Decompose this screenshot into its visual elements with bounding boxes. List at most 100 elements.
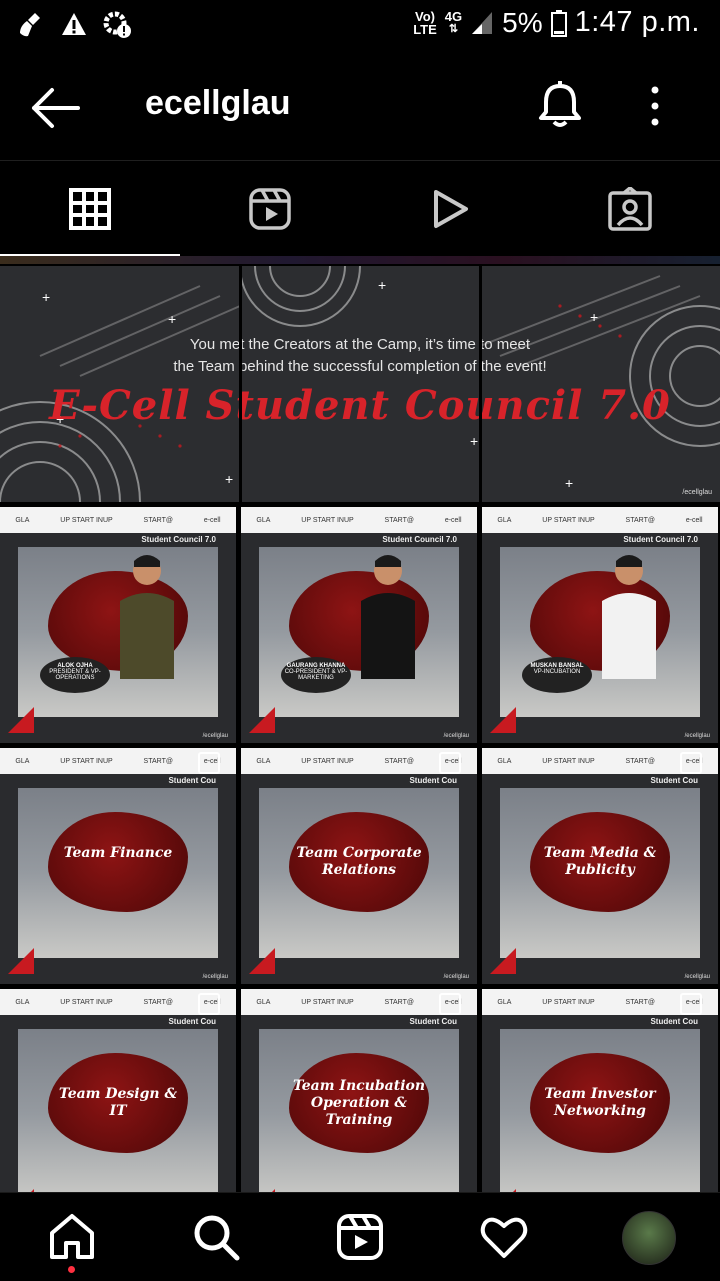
red-blob-shape: [48, 812, 188, 912]
red-corner-triangle: [249, 948, 275, 974]
post-banner[interactable]: + + + + + + + + You met the Creators at the …: [0, 266, 720, 502]
battery-icon: [550, 9, 567, 37]
team-title: Team Media & Publicity: [543, 845, 657, 878]
red-corner-triangle: [490, 707, 516, 733]
grid-icon: [69, 188, 111, 230]
tab-videos[interactable]: [360, 161, 540, 257]
council-label: Student Council 7.0: [623, 535, 698, 544]
person-photo: [120, 555, 174, 679]
name-badge: ALOK OJHA PRESIDENT & VP-OPERATIONS: [40, 657, 110, 693]
team-title: Team Finance: [63, 845, 173, 861]
status-bar: Vo) LTE 4G ⇅ 5% 1:47 p.m.: [0, 0, 720, 52]
council-label: Student Cou: [168, 1017, 216, 1026]
post-person[interactable]: GLA UP START INUP START@ e-cell Student Coun…: [482, 507, 718, 743]
grid-divider: [239, 266, 242, 512]
search-icon[interactable]: [190, 1211, 242, 1263]
sponsor-logos: GLA UP START INUP START@ e-cell: [0, 507, 236, 533]
clock: 1:47 p.m.: [574, 6, 700, 38]
back-arrow-icon[interactable]: [30, 86, 82, 130]
post-team[interactable]: GLA UP START INUP START@ e-cell Student Cou T…: [241, 748, 477, 984]
name-badge: GAURANG KHANNA CO-PRESIDENT & VP-MARKETIN…: [281, 657, 351, 693]
svg-text:+: +: [565, 475, 573, 491]
multi-post-icon: [198, 752, 220, 774]
play-icon: [434, 190, 468, 228]
banner-title: E-Cell Student Council 7.0: [49, 382, 671, 429]
warning-icon: [62, 13, 86, 35]
post-person[interactable]: GLA UP START INUP START@ e-cell Student Coun…: [0, 507, 236, 743]
broom-icon: [20, 13, 40, 37]
council-label: Student Cou: [650, 1017, 698, 1026]
post-handle: /ecellglau: [202, 974, 228, 980]
svg-text:+: +: [470, 433, 478, 449]
reels-icon[interactable]: [334, 1211, 386, 1263]
tagged-icon: [608, 187, 652, 231]
post-handle: /ecellglau: [684, 733, 710, 739]
multi-post-icon: [680, 993, 702, 1015]
svg-text:+: +: [378, 277, 386, 293]
profile-avatar[interactable]: [622, 1211, 676, 1265]
name-badge: MUSKAN BANSAL VP-INCUBATION: [522, 657, 592, 693]
reels-icon: [249, 188, 291, 230]
red-corner-triangle: [249, 707, 275, 733]
tab-posts[interactable]: [0, 161, 180, 257]
red-corner-triangle: [8, 948, 34, 974]
svg-text:+: +: [225, 471, 233, 487]
post-team[interactable]: GLA UP START INUP START@ e-cell Student Cou T…: [0, 989, 236, 1192]
signal-type: 4G ⇅: [444, 8, 463, 35]
tab-tagged[interactable]: [540, 161, 720, 257]
council-label: Student Cou: [650, 776, 698, 785]
red-corner-triangle: [8, 707, 34, 733]
posts-grid[interactable]: + + + + + + + + You met the Creators at the …: [0, 256, 720, 1192]
svg-text:+: +: [590, 309, 598, 325]
person-photo: [602, 555, 656, 679]
home-icon[interactable]: [46, 1211, 98, 1263]
status-right-icons: Vo) LTE 4G ⇅ 5% 1:47 p.m.: [413, 6, 700, 39]
grid-divider: [479, 266, 482, 512]
post-team[interactable]: GLA UP START INUP START@ e-cell Student Cou T…: [241, 989, 477, 1192]
team-title: Team Investor Networking: [544, 1086, 656, 1119]
bell-icon[interactable]: [536, 80, 584, 130]
post-team[interactable]: GLA UP START INUP START@ e-cell Student Cou T…: [0, 748, 236, 984]
council-label: Student Cou: [168, 776, 216, 785]
previous-row-strip: [0, 256, 720, 264]
post-handle: /ecellglau: [443, 733, 469, 739]
profile-header: ecellglau: [0, 52, 720, 160]
multi-post-icon: [439, 752, 461, 774]
post-handle: /ecellglau: [443, 974, 469, 980]
signal-strength-icon: [472, 11, 493, 34]
person-photo: [361, 555, 415, 679]
multi-post-icon: [198, 993, 220, 1015]
status-left-icons: [16, 10, 132, 40]
banner-line-2: the Team behind the successful completio…: [173, 358, 547, 375]
team-title: Team Design & IT: [58, 1086, 178, 1119]
tab-reels[interactable]: [180, 161, 360, 257]
council-label: Student Council 7.0: [141, 535, 216, 544]
council-label: Student Cou: [409, 776, 457, 785]
heart-icon[interactable]: [478, 1211, 530, 1263]
post-handle: /ecellglau: [684, 974, 710, 980]
post-person[interactable]: GLA UP START INUP START@ e-cell Student Coun…: [241, 507, 477, 743]
profile-username: ecellglau: [145, 84, 291, 122]
team-title: Team Corporate Relations: [296, 845, 422, 878]
cog-alert-icon: [103, 11, 131, 38]
multi-post-icon: [439, 993, 461, 1015]
profile-tabs: [0, 160, 720, 257]
bottom-navigation: [0, 1192, 720, 1281]
multi-post-icon: [680, 752, 702, 774]
council-label: Student Cou: [409, 1017, 457, 1026]
post-team[interactable]: GLA UP START INUP START@ e-cell Student Cou T…: [482, 748, 718, 984]
home-notification-dot: [68, 1266, 75, 1273]
svg-text:+: +: [168, 311, 176, 327]
more-vertical-icon[interactable]: [640, 82, 670, 130]
banner-handle: /ecellglau: [682, 489, 712, 496]
post-team[interactable]: GLA UP START INUP START@ e-cell Student Cou T…: [482, 989, 718, 1192]
red-corner-triangle: [490, 948, 516, 974]
sponsor-logos: GLA UP START INUP START@ e-cell: [482, 507, 718, 533]
volte-indicator: Vo) LTE: [413, 8, 437, 37]
council-label: Student Council 7.0: [382, 535, 457, 544]
banner-line-1: You met the Creators at the Camp, it’s t…: [189, 336, 531, 353]
team-title: Team Incubation Operation & Training: [292, 1077, 426, 1128]
post-handle: /ecellglau: [202, 733, 228, 739]
battery-percent: 5%: [502, 6, 543, 38]
svg-text:+: +: [42, 289, 50, 305]
